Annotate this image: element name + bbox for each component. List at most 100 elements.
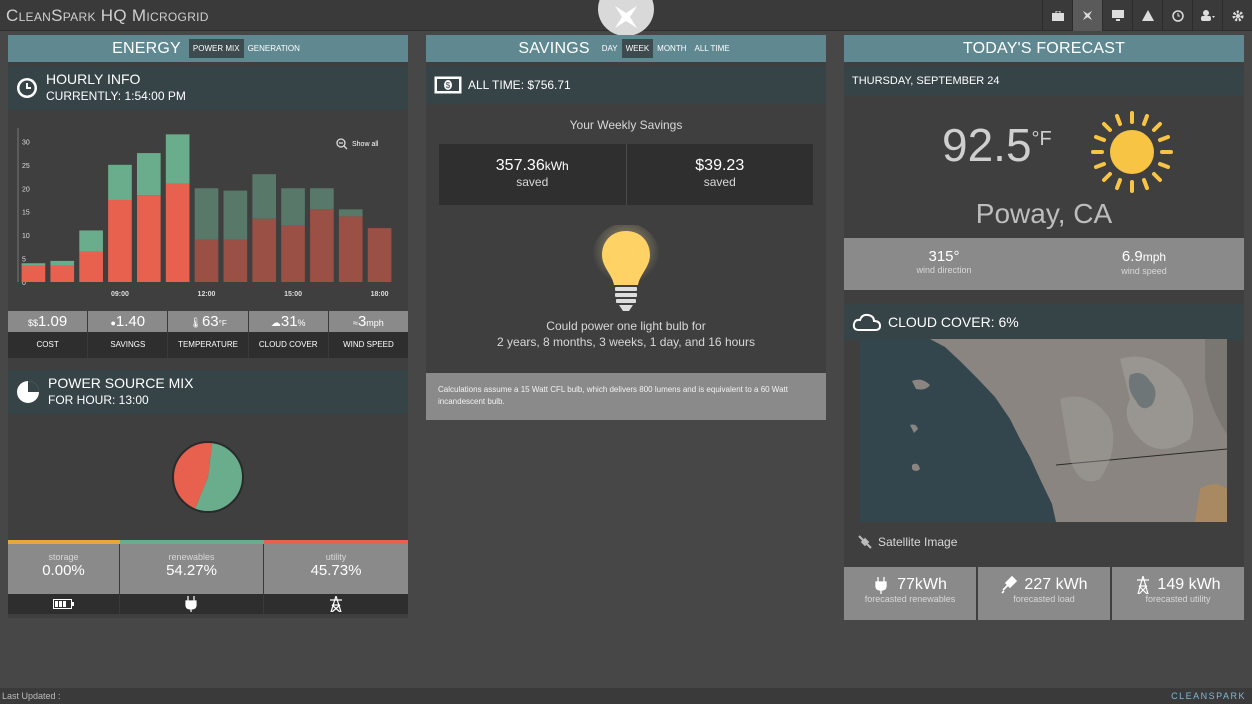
forecasted-load: 227 kWh forecasted load — [978, 567, 1110, 620]
energy-tabs: POWER MIX GENERATION — [188, 39, 304, 58]
forecast-temperature: 92.5°F — [942, 119, 1052, 171]
money-bill-icon: $ — [434, 76, 462, 94]
utility-bar[interactable] — [252, 218, 277, 282]
settings-gear-icon[interactable] — [1222, 0, 1252, 31]
forecast-main: 92.5°F Poway, CA — [844, 96, 1244, 238]
cleanspark-brand: CLEANSPARK — [1171, 691, 1246, 701]
wind-stats: 315° wind direction 6.9mph wind speed — [844, 238, 1244, 290]
y-tick-label: 30 — [22, 139, 30, 146]
wind-speed-forecast-stat: 6.9mph wind speed — [1121, 248, 1167, 276]
utility-bar[interactable] — [367, 228, 392, 282]
renewables-bar[interactable] — [338, 209, 363, 217]
cloud-cover-value: CLOUD COVER: 6% — [888, 314, 1019, 330]
calculation-note: Calculations assume a 15 Watt CFL bulb, … — [426, 373, 826, 420]
cloud-cover-label: CLOUD COVER — [249, 332, 329, 358]
utility-bar[interactable] — [281, 225, 305, 282]
hourly-info-title: HOURLY INFO — [46, 71, 141, 87]
user-menu-icon[interactable] — [1192, 0, 1222, 31]
renewables-bar[interactable] — [50, 260, 75, 266]
tab-week[interactable]: WEEK — [621, 39, 654, 58]
spark-icon[interactable] — [1072, 0, 1102, 31]
mix-icons — [8, 594, 408, 614]
pie-chart-icon — [17, 381, 39, 403]
renewables-bar[interactable] — [108, 164, 132, 200]
utility-bar[interactable] — [165, 183, 190, 282]
cloud-cover-header: CLOUD COVER: 6% — [844, 304, 1244, 340]
power-source-header: POWER SOURCE MIX FOR HOUR: 13:00 — [8, 370, 408, 414]
tab-month[interactable]: MONTH — [653, 39, 690, 58]
renewables-bar[interactable] — [136, 153, 161, 196]
utility-stat: utility 45.73% — [310, 552, 362, 579]
forecasted-renewables: 77kWh forecasted renewables — [844, 567, 976, 620]
energy-card: ENERGY POWER MIX GENERATION HOURLY INFO … — [8, 35, 408, 618]
app-title: CleanSpark HQ Microgrid — [6, 6, 209, 25]
dollar-icon: $$ — [27, 318, 38, 328]
cloud-outline-icon — [852, 313, 882, 331]
renewables-bar[interactable] — [223, 190, 248, 240]
weekly-savings-boxes: 357.36kWh saved $39.23 saved — [439, 144, 813, 205]
warning-icon[interactable] — [1132, 0, 1162, 31]
monitor-icon[interactable] — [1102, 0, 1132, 31]
light-bulb-icon — [426, 225, 826, 317]
utility-tower-icon — [1137, 576, 1150, 594]
y-tick-label: 20 — [22, 186, 30, 193]
dollars-saved-box: $39.23 saved — [626, 144, 813, 205]
utility-bar[interactable] — [50, 265, 75, 282]
utility-bar[interactable] — [21, 265, 46, 282]
y-tick-label: 5 — [22, 257, 26, 264]
renewables-bar[interactable] — [310, 188, 334, 210]
savings-card: SAVINGS DAY WEEK MONTH ALL TIME $ ALL TI… — [426, 35, 826, 420]
satellite-image-link[interactable]: Satellite Image — [858, 535, 957, 549]
renewables-stat: renewables 54.27% — [120, 544, 264, 594]
tab-all-time[interactable]: ALL TIME — [690, 39, 733, 58]
renewables-bar[interactable] — [165, 134, 190, 184]
power-mix-pie — [8, 414, 408, 540]
temperature-stat: 🌡63°F — [168, 311, 249, 332]
renewables-bar[interactable] — [281, 188, 305, 226]
renewables-bar[interactable] — [194, 188, 219, 240]
y-tick-label: 10 — [22, 233, 30, 240]
hourly-chart: Show all 0 5 10 15 20 25 30 09:00 12:00 15:00 18:0… — [8, 110, 408, 308]
utility-bar[interactable] — [310, 209, 334, 282]
energy-title: ENERGY — [112, 39, 181, 57]
utility-bar[interactable] — [136, 195, 161, 282]
wind-direction-stat: 315° wind direction — [916, 248, 972, 275]
kwh-saved-box: 357.36kWh saved — [439, 144, 627, 205]
utility-bar[interactable] — [223, 239, 248, 282]
temperature-label: TEMPERATURE — [168, 332, 249, 358]
hourly-current-time: CURRENTLY: 1:54:00 PM — [46, 89, 186, 103]
history-icon[interactable] — [1162, 0, 1192, 31]
power-tower-icon — [264, 594, 408, 614]
utility-bar[interactable] — [79, 251, 103, 282]
savings-title: SAVINGS — [518, 39, 590, 57]
tab-generation[interactable]: GENERATION — [244, 39, 304, 58]
briefcase-icon[interactable] — [1042, 0, 1072, 31]
renewables-bar[interactable] — [79, 230, 103, 252]
top-bar: CleanSpark HQ Microgrid — [0, 0, 1252, 36]
show-all-button[interactable]: Show all — [336, 138, 378, 150]
savings-tabs: DAY WEEK MONTH ALL TIME — [598, 39, 734, 58]
renewable-plug-icon — [875, 577, 887, 594]
forecast-date-bar: THURSDAY, SEPTEMBER 24 — [844, 66, 1244, 96]
power-source-title: POWER SOURCE MIX — [48, 375, 194, 391]
x-tick-label: 09:00 — [111, 291, 129, 298]
x-tick-label: 18:00 — [371, 291, 389, 298]
utility-bar[interactable] — [108, 199, 132, 282]
battery-icon — [8, 594, 120, 614]
hourly-stats-values: $$1.09 ●1.40 🌡63°F ☁31% ≈3mph — [8, 311, 408, 332]
renewables-bar[interactable] — [21, 263, 46, 266]
satellite-map[interactable] — [860, 339, 1227, 522]
mix-values: storage 0.00% renewables 54.27% utility … — [8, 544, 408, 594]
tab-power-mix[interactable]: POWER MIX — [188, 39, 244, 58]
forecast-totals: 77kWh forecasted renewables 227 kWh fore… — [844, 567, 1244, 620]
utility-bar[interactable] — [194, 239, 219, 282]
forecast-title: TODAY'S FORECAST — [962, 39, 1126, 57]
y-tick-label: 25 — [22, 163, 30, 170]
tab-day[interactable]: DAY — [598, 39, 622, 58]
top-toolbar — [1042, 0, 1252, 31]
cost-stat: $$1.09 — [8, 311, 89, 332]
hourly-info-header: HOURLY INFO CURRENTLY: 1:54:00 PM — [8, 66, 408, 110]
renewables-bar[interactable] — [252, 174, 277, 219]
utility-bar[interactable] — [338, 216, 363, 282]
cleanspark-logo-icon[interactable] — [598, 0, 654, 36]
